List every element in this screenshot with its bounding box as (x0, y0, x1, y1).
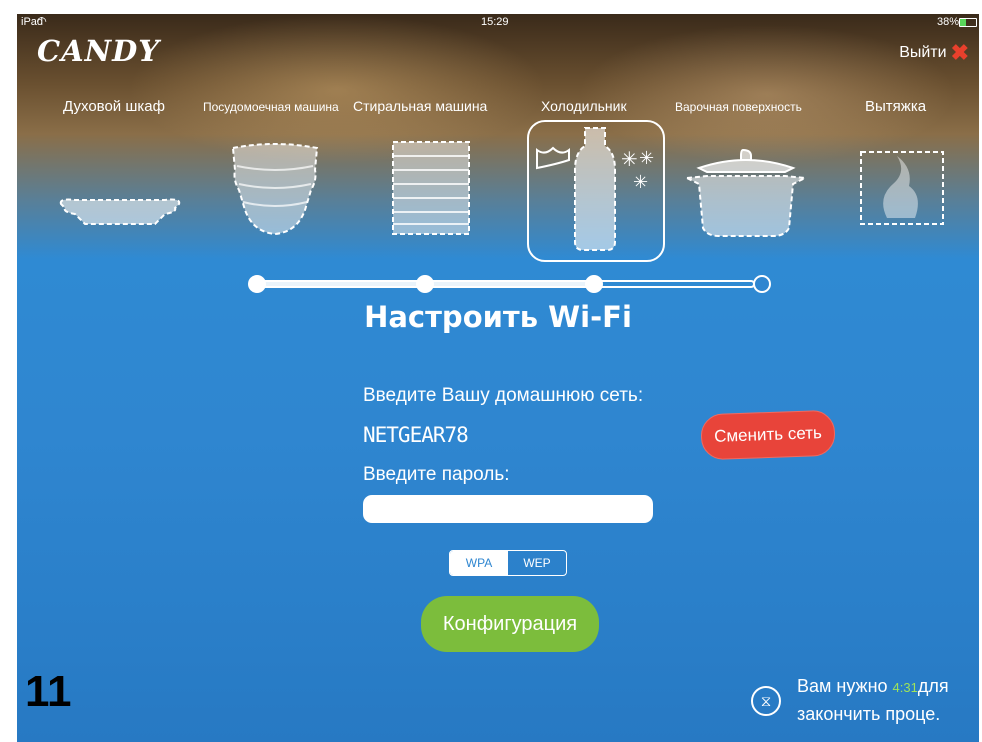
close-icon: ✖ (950, 40, 969, 65)
cooking-pot-icon[interactable] (681, 144, 811, 240)
network-name: NETGEAR78 (363, 423, 469, 447)
kitchen-background-glow (127, 14, 547, 164)
progress-step-3 (585, 275, 603, 293)
candy-logo: CANDY (37, 34, 160, 68)
dishes-icon[interactable] (225, 140, 325, 240)
progress-step-4 (753, 275, 771, 293)
page-title: Настроить Wi-Fi (364, 300, 632, 334)
change-network-button[interactable]: Сменить сеть (700, 409, 836, 461)
timer-prefix: Вам нужно (797, 676, 888, 696)
hood-steam-icon[interactable] (857, 138, 947, 228)
category-fridge[interactable]: Холодильник (541, 98, 627, 114)
security-type-toggle: WPA WEP (449, 550, 567, 576)
timer-line-1: Вам нужно 4:31для (797, 676, 949, 697)
category-oven[interactable]: Духовой шкаф (63, 98, 165, 115)
network-label: Введите Вашу домашнюю сеть: (363, 385, 644, 406)
progress-step-1 (248, 275, 266, 293)
wifi-icon: ◠ (33, 14, 47, 28)
svg-text:✳: ✳ (639, 148, 654, 169)
category-washer[interactable]: Стиральная машина (353, 98, 487, 114)
category-hood[interactable]: Вытяжка (865, 98, 926, 115)
oven-tray-icon[interactable] (55, 190, 185, 230)
progress-stepper (248, 275, 771, 293)
hourglass-icon: ⧖ (751, 686, 781, 716)
laundry-stack-icon[interactable] (389, 136, 473, 240)
step-number: 11 (25, 667, 72, 716)
app-screen: iPad ◠ 15:29 38% CANDY Выйти ✖ Духовой ш… (17, 14, 979, 742)
category-hob[interactable]: Варочная поверхность (675, 100, 802, 114)
fridge-milk-icon[interactable]: ✳ ✳ ✳ (527, 120, 663, 260)
exit-label: Выйти (899, 44, 947, 61)
status-time: 15:29 (481, 16, 509, 28)
timer-time-left: 4:31 (892, 680, 918, 695)
svg-text:✳: ✳ (621, 147, 638, 171)
security-option-wpa[interactable]: WPA (450, 551, 508, 575)
password-input[interactable] (363, 495, 653, 523)
svg-text:✳: ✳ (633, 172, 648, 193)
timer-line-2: закончить проце. (797, 704, 941, 724)
status-battery: 38% (937, 16, 960, 28)
configure-button[interactable]: Конфигурация (421, 596, 599, 652)
password-label: Введите пароль: (363, 464, 510, 485)
exit-button[interactable]: Выйти ✖ (899, 40, 969, 65)
timer-suffix: для (917, 676, 949, 696)
battery-icon (959, 18, 977, 27)
progress-step-2 (416, 275, 434, 293)
security-option-wep[interactable]: WEP (508, 551, 566, 575)
category-dishwasher[interactable]: Посудомоечная машина (203, 100, 339, 114)
